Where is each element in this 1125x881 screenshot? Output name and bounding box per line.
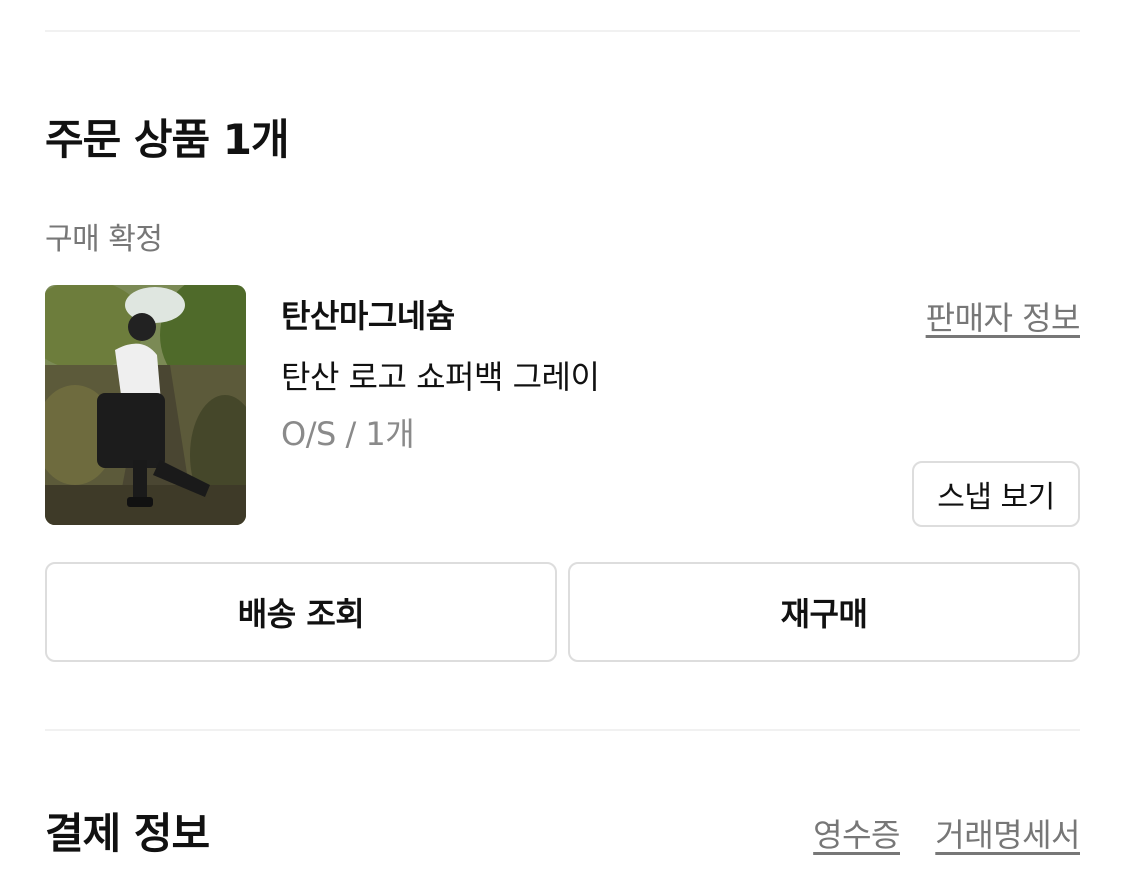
brand-name[interactable]: 탄산마그네슘 [281, 291, 455, 337]
section-divider [45, 729, 1080, 731]
snap-view-button[interactable]: 스냅 보기 [912, 461, 1080, 527]
order-items-title: 주문 상품 1개 [45, 115, 290, 164]
product-thumbnail[interactable] [45, 285, 246, 525]
seller-info-link[interactable]: 판매자 정보 [926, 293, 1081, 339]
receipt-link[interactable]: 영수증 [813, 810, 900, 856]
section-divider [45, 30, 1080, 32]
product-name[interactable]: 탄산 로고 쇼퍼백 그레이 [281, 352, 600, 398]
payment-info-title: 결제 정보 [45, 809, 210, 858]
product-option: O/S / 1개 [281, 415, 415, 453]
order-status-label: 구매 확정 [45, 222, 163, 257]
rebuy-button[interactable]: 재구매 [568, 562, 1080, 662]
transaction-statement-link[interactable]: 거래명세서 [935, 810, 1080, 856]
track-delivery-button[interactable]: 배송 조회 [45, 562, 557, 662]
